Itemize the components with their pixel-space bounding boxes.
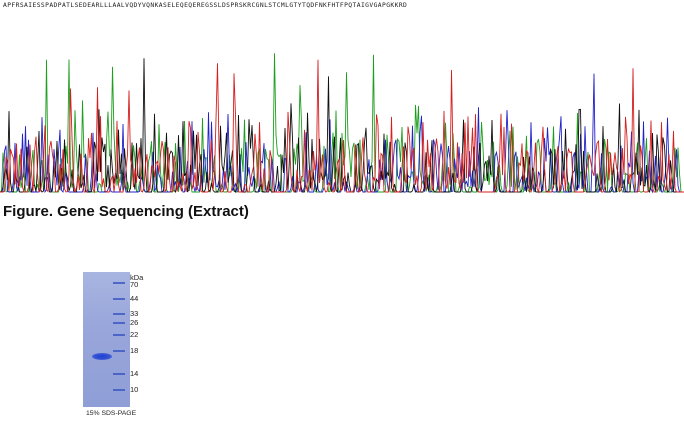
gel-lane [83, 272, 130, 407]
marker-band-10 [113, 389, 125, 391]
figure-caption: Figure. Gene Sequencing (Extract) [3, 203, 249, 220]
protein-sample-band [92, 353, 112, 360]
marker-band-33 [113, 313, 125, 315]
gel-caption: 15% SDS-PAGE [86, 410, 137, 417]
sequencing-chromatogram [0, 53, 684, 194]
marker-band-44 [113, 298, 125, 300]
kda-label-33: 33 [130, 309, 139, 318]
kda-label-26: 26 [130, 318, 139, 327]
marker-band-70 [113, 282, 125, 284]
protein-sequence: APFRSAIESSPADPATLSEDEARLLLAALVQDYVQNKASE… [3, 2, 408, 9]
kda-label-22: 22 [130, 330, 139, 339]
kda-label-44: 44 [130, 294, 139, 303]
trace-layer [0, 53, 684, 194]
marker-band-22 [113, 334, 125, 336]
marker-band-14 [113, 373, 125, 375]
trace-G [0, 58, 684, 194]
marker-band-26 [113, 322, 125, 324]
kda-label-14: 14 [130, 369, 139, 378]
marker-band-18 [113, 350, 125, 352]
kda-label-18: 18 [130, 346, 139, 355]
kda-label-10: 10 [130, 385, 139, 394]
kda-label-70: 70 [130, 280, 139, 289]
